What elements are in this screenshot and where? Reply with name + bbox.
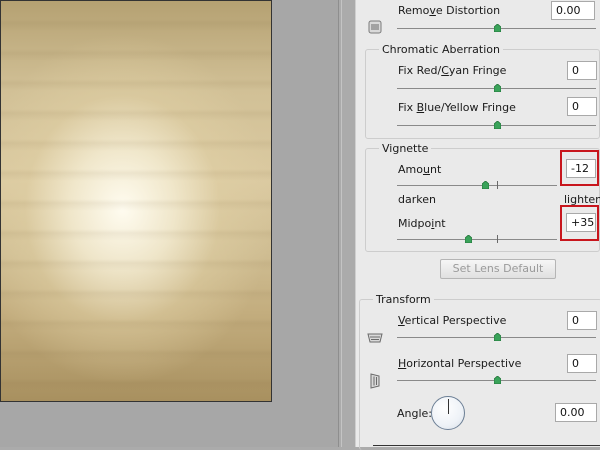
fix-red-cyan-input[interactable]: 0 xyxy=(567,61,597,80)
vertical-perspective-input[interactable]: 0 xyxy=(567,311,597,330)
chromatic-aberration-title: Chromatic Aberration xyxy=(379,43,503,56)
vertical-perspective-slider-thumb[interactable] xyxy=(494,333,501,341)
image-preview-area xyxy=(0,0,338,447)
vignette-amount-highlight xyxy=(560,150,599,186)
vignette-amount-slider-thumb[interactable] xyxy=(482,181,489,189)
angle-label: Angle: xyxy=(397,407,433,420)
vignette-midpoint-label: Midpoint xyxy=(398,217,446,230)
angle-dial-needle xyxy=(448,399,449,414)
vignette-amount-center-tick xyxy=(497,181,498,189)
vertical-perspective-icon xyxy=(367,332,383,347)
horizontal-perspective-icon xyxy=(369,373,381,392)
vignette-midpoint-slider-track[interactable] xyxy=(397,239,557,240)
vignette-amount-label: Amount xyxy=(398,163,442,176)
angle-dial[interactable] xyxy=(431,396,465,430)
panel-divider-inner xyxy=(341,0,342,447)
vignette-title: Vignette xyxy=(379,142,432,155)
remove-distortion-icon xyxy=(368,20,382,37)
photo-texture xyxy=(1,1,271,401)
fix-red-cyan-label: Fix Red/Cyan Fringe xyxy=(398,64,507,77)
horizontal-perspective-input[interactable]: 0 xyxy=(567,354,597,373)
horizontal-perspective-slider-thumb[interactable] xyxy=(494,376,501,384)
fix-blue-yellow-slider-thumb[interactable] xyxy=(494,121,501,129)
remove-distortion-input[interactable]: 0.00 xyxy=(551,1,595,20)
panel-bottom-border xyxy=(373,445,600,446)
fix-red-cyan-slider-thumb[interactable] xyxy=(494,84,501,92)
transform-title: Transform xyxy=(373,293,434,306)
vignette-midpoint-highlight xyxy=(560,205,599,241)
preview-image xyxy=(0,0,272,402)
remove-distortion-label: Remove Distortion xyxy=(398,4,501,17)
vignette-midpoint-slider-thumb[interactable] xyxy=(465,235,472,243)
angle-input[interactable]: 0.00 xyxy=(555,403,597,422)
set-lens-default-button[interactable]: Set Lens Default xyxy=(440,259,556,279)
panel-divider xyxy=(338,0,339,447)
vignette-midpoint-center-tick xyxy=(497,235,498,243)
fix-blue-yellow-label: Fix Blue/Yellow Fringe xyxy=(398,101,516,114)
vignette-amount-slider-track[interactable] xyxy=(397,185,557,186)
vignette-darken-label: darken xyxy=(398,193,436,206)
remove-distortion-slider-thumb[interactable] xyxy=(494,24,501,32)
horizontal-perspective-label: Horizontal Perspective xyxy=(398,357,522,370)
vertical-perspective-label: Vertical Perspective xyxy=(398,314,507,327)
fix-blue-yellow-input[interactable]: 0 xyxy=(567,97,597,116)
